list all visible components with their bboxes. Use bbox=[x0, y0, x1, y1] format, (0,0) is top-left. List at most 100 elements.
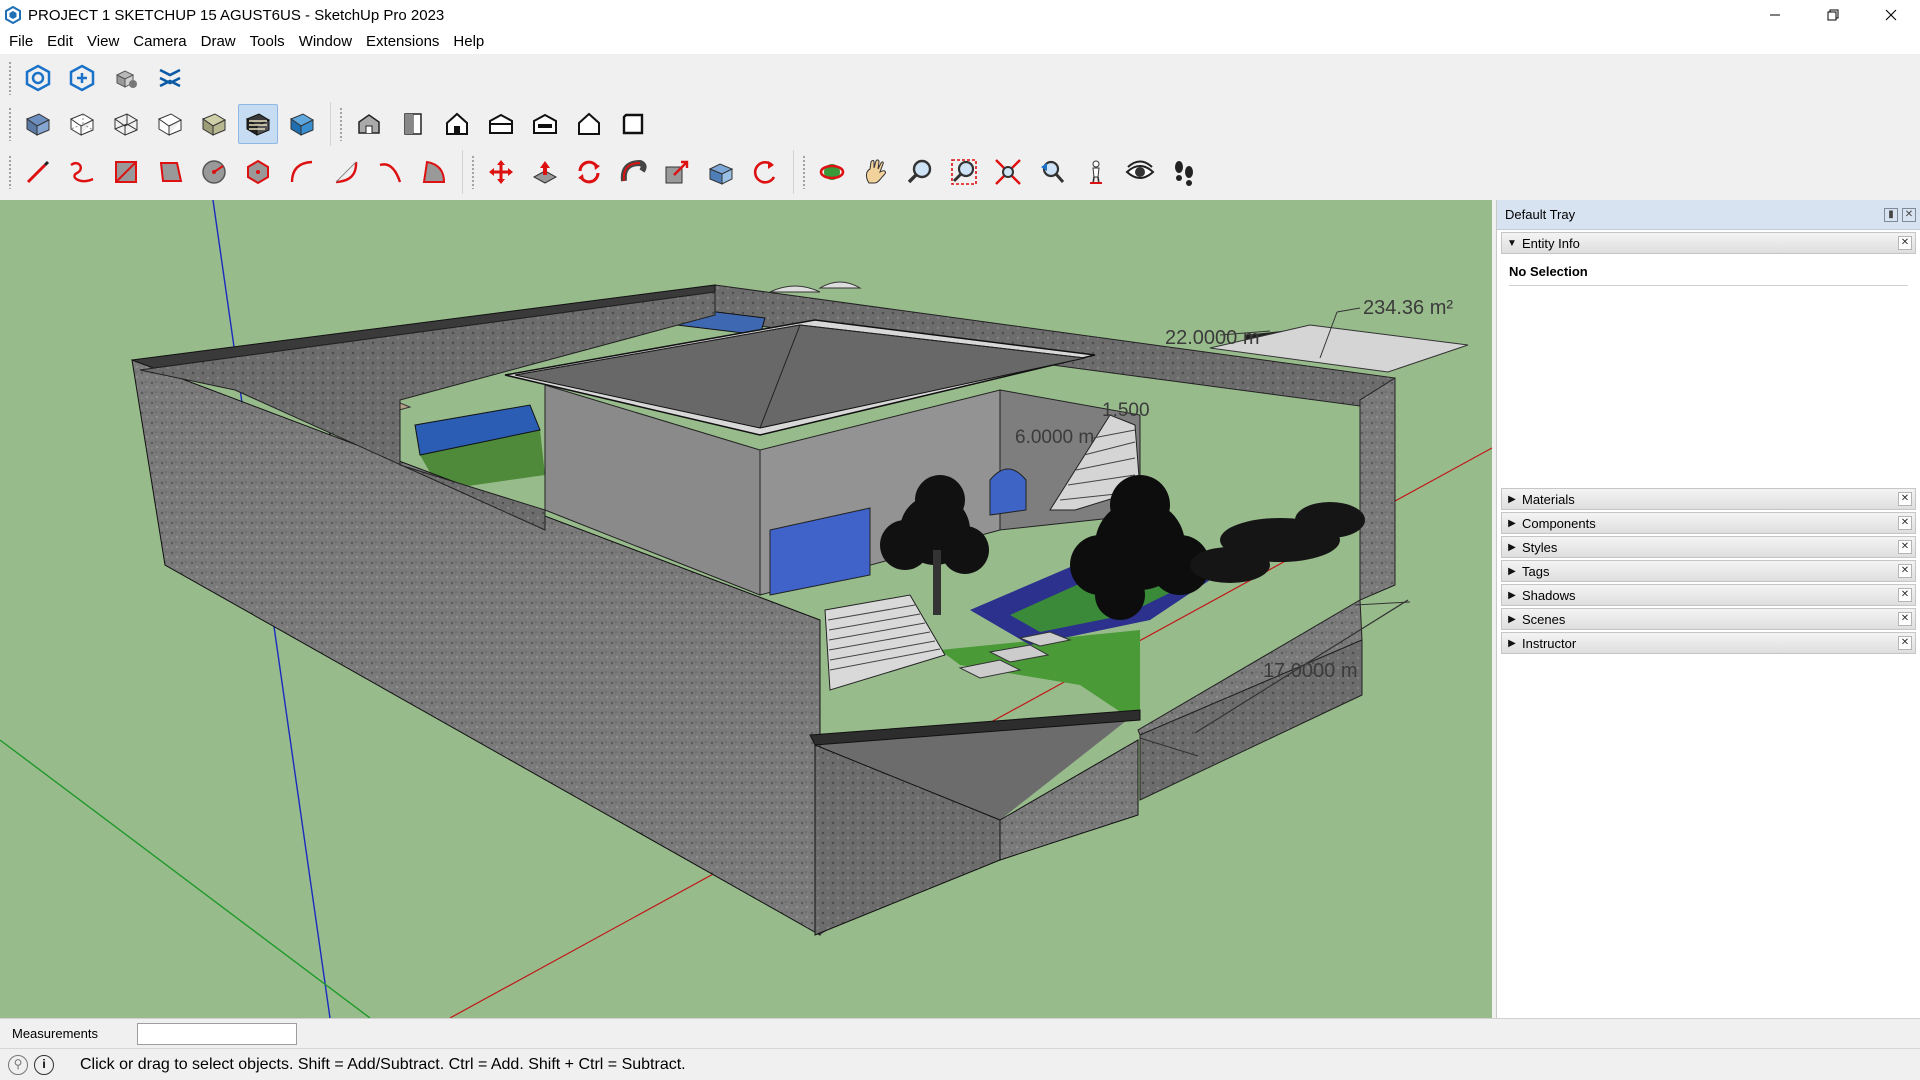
trimble-connect-button[interactable] bbox=[150, 58, 190, 98]
umbrella-1 bbox=[769, 285, 821, 293]
wireframe-button[interactable] bbox=[106, 104, 146, 144]
walk-button[interactable] bbox=[1164, 152, 1204, 192]
circle-button[interactable] bbox=[194, 152, 234, 192]
iso-view-button[interactable] bbox=[349, 104, 389, 144]
menu-tools[interactable]: Tools bbox=[243, 30, 292, 54]
panel-instructor[interactable]: ▶ Instructor ✕ bbox=[1501, 632, 1916, 654]
shaded-textures-button[interactable] bbox=[238, 104, 278, 144]
monochrome-button[interactable] bbox=[282, 104, 322, 144]
hidden-line-button[interactable] bbox=[150, 104, 190, 144]
xray-button[interactable] bbox=[18, 104, 58, 144]
toolbar-grip[interactable] bbox=[802, 155, 806, 189]
panel-close-button[interactable]: ✕ bbox=[1898, 636, 1912, 650]
panel-shadows[interactable]: ▶ Shadows ✕ bbox=[1501, 584, 1916, 606]
toolbar-grip[interactable] bbox=[8, 107, 12, 141]
panel-close-button[interactable]: ✕ bbox=[1898, 516, 1912, 530]
previous-view-icon bbox=[1041, 160, 1065, 183]
right-view-button[interactable] bbox=[481, 104, 521, 144]
follow-me-button[interactable] bbox=[613, 152, 653, 192]
monochrome-icon bbox=[289, 113, 315, 136]
geolocation-icon[interactable]: ⚲ bbox=[8, 1054, 28, 1075]
two-point-arc-button[interactable] bbox=[326, 152, 366, 192]
model-viewport[interactable]: 22.0000 m 234.36 m² 1.500 6.0000 m 17.00… bbox=[0, 200, 1492, 1018]
polygon-button[interactable] bbox=[238, 152, 278, 192]
panel-entity-info[interactable]: ▼ Entity Info ✕ bbox=[1501, 232, 1916, 254]
panel-close-button[interactable]: ✕ bbox=[1898, 236, 1912, 250]
right-wall bbox=[1359, 377, 1396, 601]
offset-button[interactable] bbox=[701, 152, 741, 192]
menu-edit[interactable]: Edit bbox=[40, 30, 80, 54]
position-camera-button[interactable] bbox=[1076, 152, 1116, 192]
menu-file[interactable]: File bbox=[2, 30, 40, 54]
shaded-textures-icon bbox=[245, 113, 271, 136]
freehand-button[interactable] bbox=[62, 152, 102, 192]
extension-warehouse-button[interactable] bbox=[62, 58, 102, 98]
flip-button[interactable] bbox=[745, 152, 785, 192]
panel-styles[interactable]: ▶ Styles ✕ bbox=[1501, 536, 1916, 558]
polygon-icon bbox=[247, 159, 269, 185]
zoom-extents-button[interactable] bbox=[988, 152, 1028, 192]
panel-close-button[interactable]: ✕ bbox=[1898, 540, 1912, 554]
toolbar-grip[interactable] bbox=[471, 155, 475, 189]
bottom-view-button[interactable] bbox=[613, 104, 653, 144]
orbit-button[interactable] bbox=[812, 152, 852, 192]
zoom-button[interactable] bbox=[900, 152, 940, 192]
toolbar-area bbox=[0, 54, 1920, 200]
scale-button[interactable] bbox=[657, 152, 697, 192]
two-point-arc-icon bbox=[335, 161, 358, 184]
tray-pin-button[interactable]: ▮ bbox=[1884, 208, 1898, 222]
menu-draw[interactable]: Draw bbox=[194, 30, 243, 54]
close-button[interactable] bbox=[1862, 0, 1920, 30]
model-canvas[interactable] bbox=[0, 200, 1492, 1018]
info-icon[interactable]: i bbox=[34, 1054, 54, 1075]
menu-help[interactable]: Help bbox=[446, 30, 491, 54]
shaded-button[interactable] bbox=[194, 104, 234, 144]
rotated-rectangle-button[interactable] bbox=[150, 152, 190, 192]
panel-label: Styles bbox=[1522, 539, 1558, 555]
back-view-button[interactable] bbox=[525, 104, 565, 144]
push-pull-button[interactable] bbox=[525, 152, 565, 192]
area-label: 234.36 m² bbox=[1363, 297, 1454, 319]
status-bar: ⚲ i Click or drag to select objects. Shi… bbox=[0, 1048, 1920, 1080]
toolbar-grip[interactable] bbox=[8, 155, 12, 189]
menu-extensions[interactable]: Extensions bbox=[359, 30, 446, 54]
previous-view-button[interactable] bbox=[1032, 152, 1072, 192]
panel-close-button[interactable]: ✕ bbox=[1898, 588, 1912, 602]
pan-button[interactable] bbox=[856, 152, 896, 192]
panel-close-button[interactable]: ✕ bbox=[1898, 564, 1912, 578]
panel-close-button[interactable]: ✕ bbox=[1898, 612, 1912, 626]
panel-label: Tags bbox=[1522, 563, 1550, 579]
panel-materials[interactable]: ▶ Materials ✕ bbox=[1501, 488, 1916, 510]
pie-button[interactable] bbox=[414, 152, 454, 192]
panel-scenes[interactable]: ▶ Scenes ✕ bbox=[1501, 608, 1916, 630]
restore-button[interactable] bbox=[1804, 0, 1862, 30]
panel-label: Entity Info bbox=[1522, 235, 1580, 251]
minimize-button[interactable] bbox=[1746, 0, 1804, 30]
menu-view[interactable]: View bbox=[80, 30, 126, 54]
three-point-arc-button[interactable] bbox=[370, 152, 410, 192]
toolbar-grip[interactable] bbox=[339, 107, 343, 141]
warehouse-button[interactable] bbox=[18, 58, 58, 98]
rectangle-button[interactable] bbox=[106, 152, 146, 192]
panel-components[interactable]: ▶ Components ✕ bbox=[1501, 512, 1916, 534]
arc-button[interactable] bbox=[282, 152, 322, 192]
rotate-button[interactable] bbox=[569, 152, 609, 192]
left-view-button[interactable] bbox=[569, 104, 609, 144]
pencil-button[interactable] bbox=[18, 152, 58, 192]
look-around-button[interactable] bbox=[1120, 152, 1160, 192]
top-view-button[interactable] bbox=[393, 104, 433, 144]
measurements-input[interactable] bbox=[137, 1022, 297, 1045]
toolbar-grip[interactable] bbox=[8, 61, 12, 95]
minimize-icon bbox=[1770, 14, 1780, 16]
panel-tags[interactable]: ▶ Tags ✕ bbox=[1501, 560, 1916, 582]
menu-camera[interactable]: Camera bbox=[126, 30, 193, 54]
panel-close-button[interactable]: ✕ bbox=[1898, 492, 1912, 506]
front-view-button[interactable] bbox=[437, 104, 477, 144]
menu-window[interactable]: Window bbox=[292, 30, 359, 54]
extension-manager-button[interactable] bbox=[106, 58, 146, 98]
move-button[interactable] bbox=[481, 152, 521, 192]
zoom-window-button[interactable] bbox=[944, 152, 984, 192]
selection-status: No Selection bbox=[1509, 264, 1908, 286]
back-edges-button[interactable] bbox=[62, 104, 102, 144]
tray-close-button[interactable]: ✕ bbox=[1902, 208, 1916, 222]
